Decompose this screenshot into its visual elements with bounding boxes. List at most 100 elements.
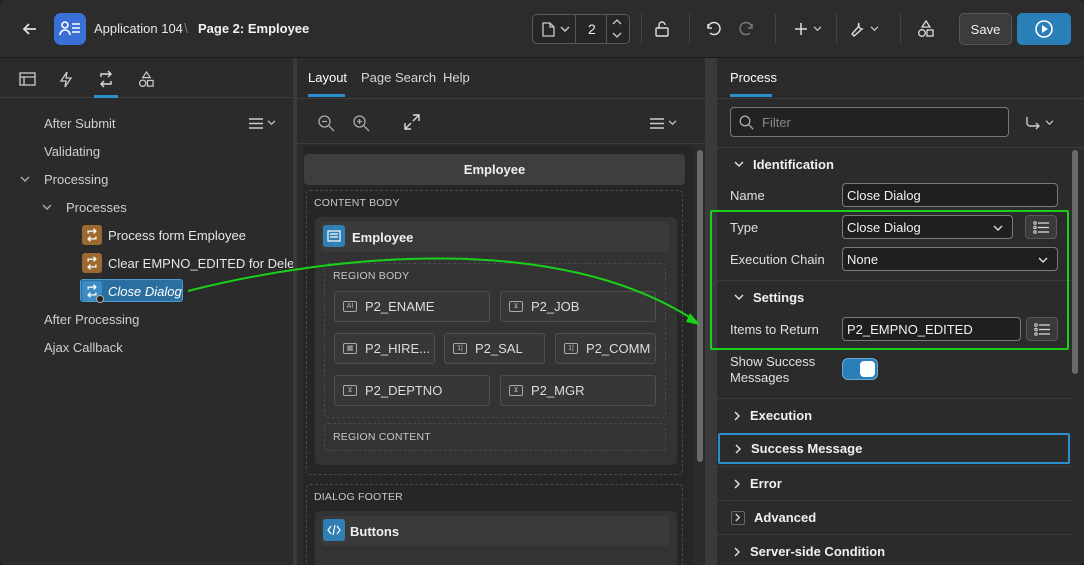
tree-close-dialog-label: Close Dialog bbox=[108, 284, 182, 299]
show-success-toggle[interactable] bbox=[842, 358, 878, 380]
section-success-message[interactable]: Success Message bbox=[718, 433, 1070, 464]
list-icon bbox=[1033, 220, 1049, 234]
app-icon[interactable] bbox=[54, 13, 86, 45]
page-item-deptno[interactable]: ⊻ P2_DEPTNO bbox=[334, 375, 490, 406]
tab-shared-components[interactable] bbox=[135, 68, 157, 90]
lock-page-button[interactable] bbox=[650, 17, 674, 41]
execution-chain-select[interactable]: None bbox=[842, 247, 1058, 271]
arrow-left-icon bbox=[22, 23, 36, 35]
back-button[interactable] bbox=[18, 17, 42, 41]
page-item-job[interactable]: ⊻ P2_JOB bbox=[500, 291, 656, 322]
tab-processing[interactable] bbox=[95, 68, 117, 90]
chevron-down-icon bbox=[1045, 120, 1053, 126]
lock-icon bbox=[655, 21, 669, 37]
app-name-link[interactable]: Application 104 bbox=[94, 21, 183, 36]
process-icon bbox=[82, 253, 102, 273]
name-field[interactable]: Close Dialog bbox=[842, 183, 1058, 207]
tree-clear-empno-edited[interactable]: Clear EMPNO_EDITED for Delete bbox=[108, 256, 305, 271]
section-execution[interactable]: Execution bbox=[717, 398, 1072, 432]
shared-components-button[interactable] bbox=[914, 17, 938, 41]
tab-page-search[interactable]: Page Search bbox=[361, 70, 436, 85]
tab-help[interactable]: Help bbox=[443, 70, 470, 85]
chevron-down-icon bbox=[734, 294, 744, 301]
chevron-down-icon bbox=[560, 26, 570, 32]
section-identification[interactable]: Identification bbox=[717, 147, 1072, 181]
region-content-label: REGION CONTENT bbox=[333, 431, 431, 443]
page-item-ename[interactable]: AI P2_ENAME bbox=[334, 291, 490, 322]
tab-layout[interactable]: Layout bbox=[308, 70, 347, 85]
redo-button[interactable] bbox=[735, 17, 759, 41]
chevron-up-icon[interactable] bbox=[612, 18, 622, 25]
layout-canvas: Employee CONTENT BODY Employee REGION BO… bbox=[303, 146, 693, 565]
type-list-button[interactable] bbox=[1025, 215, 1057, 239]
left-tabs bbox=[0, 58, 293, 98]
items-list-button[interactable] bbox=[1026, 317, 1058, 341]
section-settings[interactable]: Settings bbox=[717, 280, 1072, 314]
tree-processing[interactable]: Processing bbox=[44, 172, 108, 187]
page-item-comm[interactable]: 1| P2_COMM bbox=[555, 333, 656, 364]
chevron-down-icon[interactable] bbox=[612, 32, 622, 39]
dialog-title: Employee bbox=[463, 162, 526, 177]
tree-validating[interactable]: Validating bbox=[44, 144, 100, 159]
tree-ajax-callback[interactable]: Ajax Callback bbox=[44, 340, 123, 355]
shapes-icon bbox=[138, 70, 154, 87]
undo-icon bbox=[707, 21, 721, 36]
zoom-in-icon[interactable] bbox=[352, 114, 370, 132]
filter-input[interactable]: Filter bbox=[730, 107, 1009, 137]
region-body-label: REGION BODY bbox=[333, 270, 410, 282]
section-advanced[interactable]: Advanced bbox=[717, 500, 1072, 534]
tab-process[interactable]: Process bbox=[730, 70, 777, 85]
tab-dynamic-actions[interactable] bbox=[55, 68, 77, 90]
section-server-side-condition[interactable]: Server-side Condition bbox=[717, 534, 1072, 565]
go-to-group-button[interactable] bbox=[1021, 113, 1057, 133]
tree-process-form-employee[interactable]: Process form Employee bbox=[108, 228, 246, 243]
items-to-return-label: Items to Return bbox=[730, 322, 819, 337]
app-window: Application 104 \ Page 2: Employee 2 Sav… bbox=[0, 0, 1084, 565]
tab-rendering[interactable] bbox=[16, 68, 38, 90]
page-icon bbox=[542, 22, 555, 37]
region-title: Employee bbox=[352, 230, 414, 245]
process-cycle-icon bbox=[100, 70, 112, 88]
layout-scrollbar[interactable] bbox=[697, 150, 703, 462]
plus-icon bbox=[795, 23, 807, 35]
wrench-icon bbox=[851, 22, 864, 37]
page-item-mgr[interactable]: ⊻ P2_MGR bbox=[500, 375, 656, 406]
list-icon bbox=[1034, 322, 1050, 336]
section-error[interactable]: Error bbox=[717, 466, 1072, 500]
execution-chain-label: Execution Chain bbox=[730, 252, 825, 267]
run-page-button[interactable] bbox=[1017, 13, 1071, 45]
property-scrollbar[interactable] bbox=[1072, 150, 1078, 374]
play-icon bbox=[1035, 20, 1053, 38]
layout-menu-button[interactable] bbox=[647, 114, 679, 132]
process-icon bbox=[82, 225, 102, 245]
chevron-right-icon bbox=[734, 410, 741, 421]
utilities-menu-button[interactable] bbox=[847, 17, 881, 41]
page-item-hiredate[interactable]: ▦ P2_HIRE... bbox=[334, 333, 435, 364]
property-editor: Process Filter Identification Name Close… bbox=[717, 58, 1084, 565]
buttons-region-title: Buttons bbox=[350, 524, 400, 539]
left-pane-tree: After Submit Validating Processing Proce… bbox=[0, 58, 305, 565]
dialog-title-bar[interactable]: Employee bbox=[304, 154, 685, 185]
undo-button[interactable] bbox=[701, 17, 725, 41]
type-select[interactable]: Close Dialog bbox=[842, 215, 1013, 239]
pane-splitter-right[interactable] bbox=[705, 58, 717, 565]
items-to-return-field[interactable]: P2_EMPNO_EDITED bbox=[842, 317, 1021, 341]
expand-icon[interactable] bbox=[404, 114, 420, 130]
tree-menu-button[interactable] bbox=[246, 114, 278, 132]
layout-pane: Layout Page Search Help Employee CONTENT… bbox=[297, 58, 705, 565]
page-item-sal[interactable]: 1| P2_SAL bbox=[444, 333, 545, 364]
tree-after-processing[interactable]: After Processing bbox=[44, 312, 139, 327]
tree-after-submit[interactable]: After Submit bbox=[44, 116, 116, 131]
form-region-icon bbox=[323, 225, 345, 247]
chevron-right-icon bbox=[735, 443, 742, 454]
chevron-down-icon[interactable] bbox=[42, 204, 52, 211]
tree-processes[interactable]: Processes bbox=[66, 200, 127, 215]
page-number-input[interactable]: 2 bbox=[588, 21, 596, 37]
hamburger-menu-icon bbox=[649, 117, 664, 129]
page-selector[interactable]: 2 bbox=[532, 14, 630, 44]
chevron-down-icon bbox=[993, 225, 1003, 231]
save-button[interactable]: Save bbox=[959, 13, 1012, 45]
chevron-down-icon[interactable] bbox=[20, 176, 30, 183]
create-menu-button[interactable] bbox=[791, 17, 825, 41]
zoom-out-icon[interactable] bbox=[317, 114, 335, 132]
